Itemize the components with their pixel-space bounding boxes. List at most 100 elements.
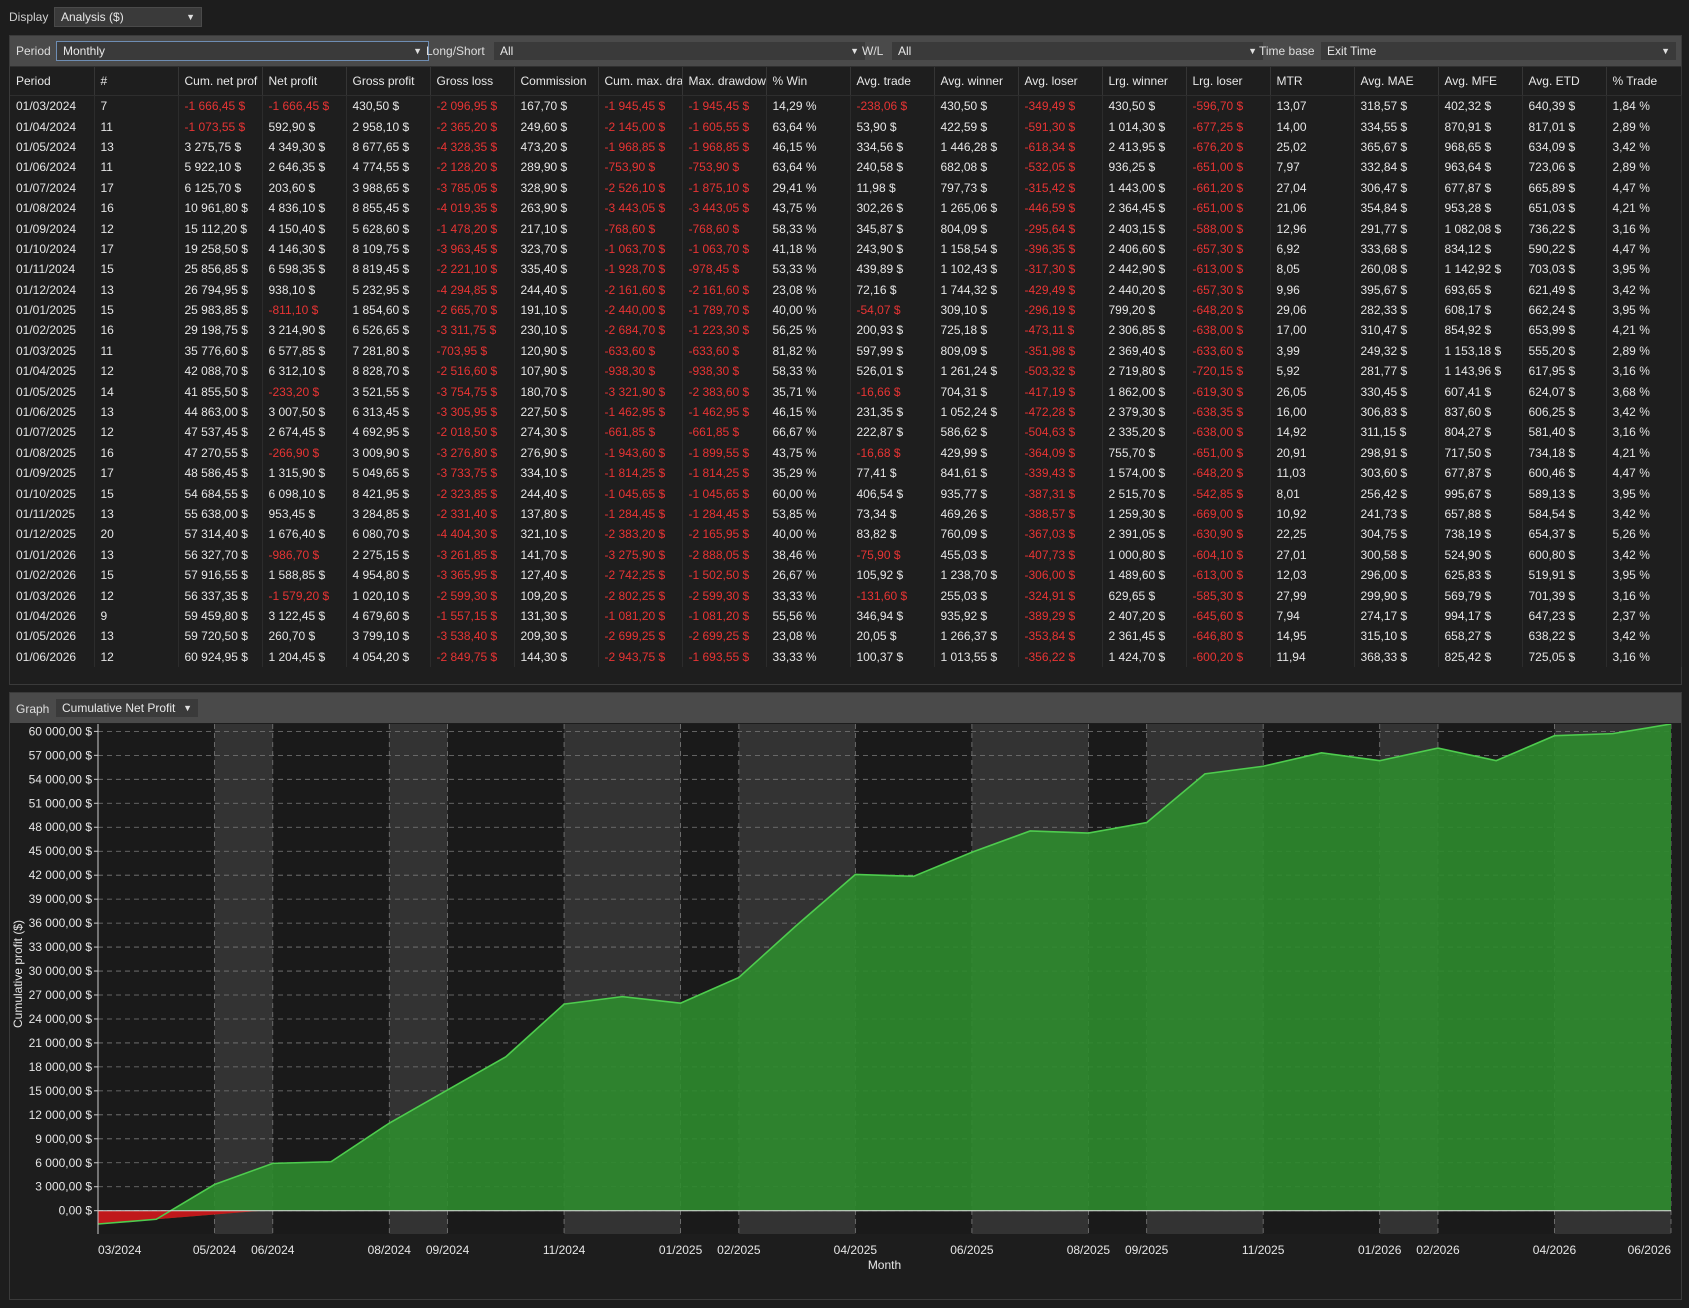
table-cell: 2 440,20 $ [1102, 279, 1187, 300]
y-tick-label: 18 000,00 $ [29, 1060, 93, 1074]
table-cell: 35,71 % [766, 381, 851, 402]
table-row[interactable]: 01/06/2026 12 60 924,95 $1 204,45 $4 054,2… [10, 646, 1682, 667]
column-header[interactable]: Avg. trade [850, 67, 935, 96]
table-row[interactable]: 01/04/2026 9 59 459,80 $3 122,45 $4 679,60… [10, 605, 1682, 627]
table-cell: -661,85 $ [598, 422, 683, 443]
table-cell: 3 007,50 $ [262, 401, 347, 423]
table-cell: -2 383,60 $ [682, 381, 767, 402]
table-cell: -387,31 $ [1018, 483, 1103, 504]
table-cell: 17 [94, 463, 179, 484]
table-row[interactable]: 01/05/2025 14 41 855,50 $ -233,20 $3 521,55… [10, 381, 1682, 402]
period-dropdown[interactable]: Monthly ▼ [56, 41, 429, 61]
table-row[interactable]: 01/02/2025 16 29 198,75 $3 214,90 $6 526,6… [10, 320, 1682, 341]
table-cell: 2,89 % [1606, 116, 1682, 137]
table-cell: -1 063,70 $ [598, 238, 683, 260]
table-cell: 48 586,45 $ [178, 463, 263, 484]
table-row[interactable]: 01/04/2024 11 -1 073,55 $592,90 $2 958,10 … [10, 116, 1682, 137]
table-row[interactable]: 01/06/2025 13 44 863,00 $3 007,50 $6 313,4… [10, 401, 1682, 423]
timebase-dropdown[interactable]: Exit Time ▼ [1320, 41, 1677, 61]
column-header[interactable]: Gross profit [346, 67, 431, 96]
table-row[interactable]: 01/03/2026 12 56 337,35 $ -1 579,20 $1 020,… [10, 585, 1682, 606]
column-header[interactable]: Cum. net prof [178, 67, 263, 96]
table-row[interactable]: 01/01/2025 15 25 983,85 $ -811,10 $1 854,60… [10, 299, 1682, 321]
table-cell: 2 719,80 $ [1102, 361, 1187, 382]
table-cell: 9,96 [1270, 279, 1355, 300]
column-header[interactable]: Net profit [262, 67, 347, 96]
table-cell: 1 153,18 $ [1438, 340, 1523, 362]
column-header[interactable]: % Win [766, 67, 851, 96]
table-cell: 682,08 $ [934, 157, 1019, 178]
table-cell: -657,30 $ [1186, 279, 1271, 300]
table-row[interactable]: 01/07/2024 17 6 125,70 $203,60 $3 988,65 $… [10, 177, 1682, 198]
table-row[interactable]: 01/11/2025 13 55 638,00 $953,45 $3 284,85 … [10, 503, 1682, 525]
table-row[interactable]: 01/10/2024 17 19 258,50 $4 146,30 $8 109,7… [10, 238, 1682, 260]
table-cell: -1 557,15 $ [430, 605, 515, 627]
table-row[interactable]: 01/05/2026 13 59 720,50 $260,70 $3 799,10 … [10, 626, 1682, 647]
table-cell: -703,95 $ [430, 340, 515, 362]
table-cell: -2 849,75 $ [430, 646, 515, 667]
table-row[interactable]: 01/09/2025 17 48 586,45 $1 315,90 $5 049,6… [10, 463, 1682, 484]
column-header[interactable]: Cum. max. dra [598, 67, 683, 96]
table-cell: 231,35 $ [850, 401, 935, 423]
column-header[interactable]: Avg. ETD [1522, 67, 1607, 96]
table-row[interactable]: 01/05/2024 13 3 275,75 $4 349,30 $8 677,65… [10, 136, 1682, 158]
column-header[interactable]: Period [10, 67, 95, 96]
column-header[interactable]: Avg. loser [1018, 67, 1103, 96]
table-cell: -591,30 $ [1018, 116, 1103, 137]
table-row[interactable]: 01/09/2024 12 15 112,20 $4 150,40 $5 628,6… [10, 218, 1682, 239]
display-dropdown[interactable]: Analysis ($) ▼ [54, 7, 202, 27]
table-cell: 16 [94, 320, 179, 341]
column-header[interactable]: # [94, 67, 179, 96]
table-cell: 640,39 $ [1522, 95, 1607, 117]
column-header[interactable]: Gross loss [430, 67, 515, 96]
table-cell: 43,75 % [766, 442, 851, 464]
table-row[interactable]: 01/12/2025 20 57 314,40 $1 676,40 $6 080,7… [10, 524, 1682, 545]
table-cell: 1 143,96 $ [1438, 361, 1523, 382]
table-cell: 63,64 % [766, 116, 851, 137]
table-row[interactable]: 01/08/2024 16 10 961,80 $4 836,10 $8 855,4… [10, 197, 1682, 219]
graph-type-dropdown[interactable]: Cumulative Net Profit ▼ [55, 698, 199, 718]
table-cell: 01/12/2024 [10, 279, 95, 300]
column-header[interactable]: Commission [514, 67, 599, 96]
table-cell: -2 440,00 $ [598, 299, 683, 321]
table-row[interactable]: 01/10/2025 15 54 684,55 $6 098,10 $8 421,9… [10, 483, 1682, 504]
table-cell: -1 666,45 $ [178, 95, 263, 117]
table-row[interactable]: 01/11/2024 15 25 856,85 $6 598,35 $8 819,4… [10, 259, 1682, 280]
table-row[interactable]: 01/07/2025 12 47 537,45 $2 674,45 $4 692,9… [10, 422, 1682, 443]
table-cell: 19 258,50 $ [178, 238, 263, 260]
wl-dropdown[interactable]: All ▼ [891, 41, 1264, 61]
column-header[interactable]: MTR [1270, 67, 1355, 96]
table-cell: -2 128,20 $ [430, 157, 515, 178]
table-row[interactable]: 01/03/2024 7 -1 666,45 $ -1 666,45 $430,50 … [10, 95, 1682, 117]
x-tick-label: 09/2024 [426, 1243, 470, 1257]
column-header[interactable]: % Trade [1606, 67, 1682, 96]
table-cell: 315,10 $ [1354, 626, 1439, 647]
table-cell: -2 331,40 $ [430, 503, 515, 525]
table-row[interactable]: 01/12/2024 13 26 794,95 $938,10 $5 232,95 … [10, 279, 1682, 300]
table-cell: 935,92 $ [934, 605, 1019, 627]
table-cell: 2 413,95 $ [1102, 136, 1187, 158]
table-cell: 60 924,95 $ [178, 646, 263, 667]
table-cell: -648,20 $ [1186, 463, 1271, 484]
y-tick-label: 54 000,00 $ [29, 772, 93, 786]
table-row[interactable]: 01/02/2026 15 57 916,55 $1 588,85 $4 954,8… [10, 564, 1682, 586]
column-header[interactable]: Lrg. winner [1102, 67, 1187, 96]
column-header[interactable]: Avg. MFE [1438, 67, 1523, 96]
table-row[interactable]: 01/08/2025 16 47 270,55 $ -266,90 $3 009,90… [10, 442, 1682, 464]
table-cell: -638,00 $ [1186, 320, 1271, 341]
table-row[interactable]: 01/03/2025 11 35 776,60 $6 577,85 $7 281,8… [10, 340, 1682, 362]
table-row[interactable]: 01/06/2024 11 5 922,10 $2 646,35 $4 774,55… [10, 157, 1682, 178]
table-cell: 263,90 $ [514, 197, 599, 219]
column-header[interactable]: Avg. winner [934, 67, 1019, 96]
table-body: 01/03/2024 7 -1 666,45 $ -1 666,45 $430,50 … [10, 95, 1682, 667]
column-header[interactable]: Avg. MAE [1354, 67, 1439, 96]
column-header[interactable]: Lrg. loser [1186, 67, 1271, 96]
column-header[interactable]: Max. drawdow [682, 67, 767, 96]
table-cell: 1 854,60 $ [346, 299, 431, 321]
table-cell: 3,95 % [1606, 299, 1682, 321]
table-row[interactable]: 01/04/2025 12 42 088,70 $6 312,10 $8 828,7… [10, 361, 1682, 382]
table-row[interactable]: 01/01/2026 13 56 327,70 $ -986,70 $2 275,15… [10, 544, 1682, 565]
table-cell: -676,20 $ [1186, 136, 1271, 158]
table-cell: 15 112,20 $ [178, 218, 263, 239]
longshort-dropdown[interactable]: All ▼ [493, 41, 866, 61]
